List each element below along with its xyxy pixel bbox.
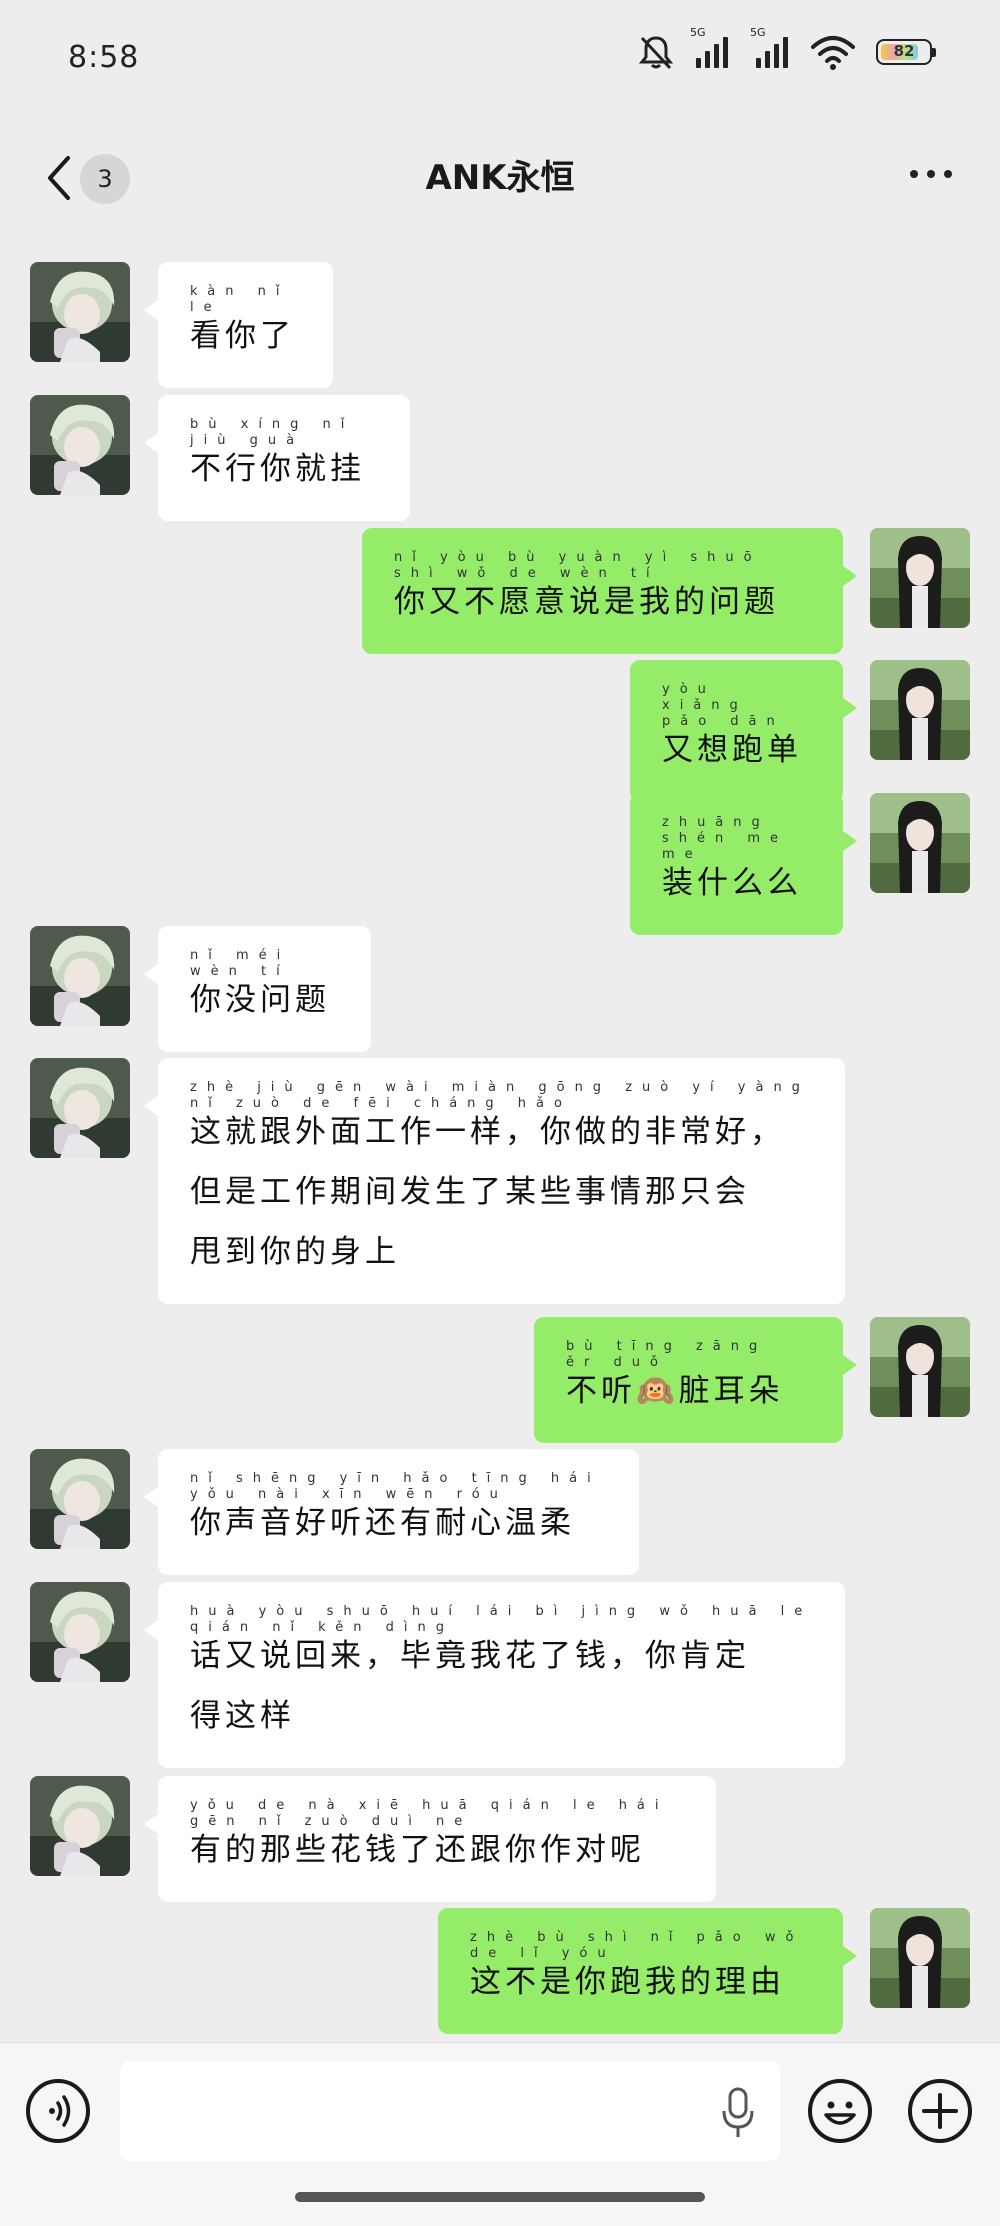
message-bubble[interactable]: yòu xiǎng pǎo dān 又想跑单 [630, 660, 857, 802]
message-bubble[interactable]: zhuāng shén me me 装什么么 [630, 793, 857, 935]
mute-icon [638, 36, 674, 70]
plus-icon[interactable] [908, 2079, 972, 2143]
my-avatar[interactable] [870, 1908, 970, 2008]
message-text: 有的那些花钱了还跟你作对呢 [190, 1832, 645, 1868]
status-icons: 5G 5G 82 [636, 26, 936, 72]
contact-avatar[interactable] [30, 1449, 130, 1549]
chat-header: 3 ANK永恒 [0, 130, 1000, 226]
battery-icon: 82 [876, 39, 936, 65]
more-icon[interactable] [910, 170, 952, 178]
signal-icon: 5G [750, 26, 796, 72]
message-input[interactable] [120, 2061, 780, 2161]
message-text: 这就跟外面工作一样，你做的非常好， 但是工作期间发生了某些事情那只会 甩到你的身… [190, 1114, 785, 1270]
contact-avatar[interactable] [30, 1058, 130, 1158]
pinyin-annotation: nǐ shēng yīn hǎo tīng hái yǒu nài xīn wē… [190, 1471, 615, 1502]
message-bubble[interactable]: yǒu de nà xiē huā qián le hái gēn nǐ zuò… [144, 1776, 716, 1902]
message-bubble[interactable]: kàn nǐ le 看你了 [144, 262, 333, 388]
message-bubble[interactable]: zhè jiù gēn wài miàn gōng zuò yí yàng nǐ… [144, 1058, 845, 1304]
emoji-icon[interactable] [808, 2079, 872, 2143]
pinyin-annotation: bù xíng nǐ jiù guà [190, 417, 369, 448]
contact-avatar[interactable] [30, 1582, 130, 1682]
message-text: 话又说回来，毕竟我花了钱，你肯定 得这样 [190, 1638, 750, 1734]
status-bar: 8:58 5G 5G 82 [0, 0, 1000, 120]
status-time: 8:58 [68, 40, 140, 75]
contact-avatar[interactable] [30, 262, 130, 362]
contact-avatar[interactable] [30, 926, 130, 1026]
message-bubble[interactable]: bù xíng nǐ jiù guà 不行你就挂 [144, 395, 410, 521]
home-indicator[interactable] [295, 2192, 705, 2202]
message-text: 这不是你跑我的理由 [470, 1964, 785, 2000]
pinyin-annotation: yòu xiǎng pǎo dān [662, 682, 785, 729]
pinyin-annotation: zhuāng shén me me [662, 815, 803, 862]
pinyin-annotation: zhè bù shì nǐ pǎo wǒ de lǐ yóu [470, 1930, 818, 1961]
signal-icon: 5G [690, 26, 736, 72]
microphone-icon[interactable] [720, 2085, 756, 2139]
contact-avatar[interactable] [30, 395, 130, 495]
message-bubble[interactable]: nǐ shēng yīn hǎo tīng hái yǒu nài xīn wē… [144, 1449, 639, 1575]
pinyin-annotation: nǐ yòu bù yuàn yì shuō shì wǒ de wèn tí [394, 550, 776, 581]
pinyin-annotation: bù tīng zāng ěr duǒ [566, 1339, 782, 1370]
wifi-icon [811, 36, 855, 70]
pinyin-annotation: zhè jiù gēn wài miàn gōng zuò yí yàng nǐ… [190, 1080, 825, 1111]
message-bubble[interactable]: zhè bù shì nǐ pǎo wǒ de lǐ yóu 这不是你跑我的理由 [438, 1908, 857, 2034]
message-bubble[interactable]: nǐ yòu bù yuàn yì shuō shì wǒ de wèn tí 你… [362, 528, 857, 654]
message-text: 你没问题 [190, 982, 330, 1018]
chat-title: ANK永恒 [425, 158, 575, 198]
message-text: 你又不愿意说是我的问题 [394, 584, 779, 620]
my-avatar[interactable] [870, 1317, 970, 1417]
pinyin-annotation: huà yòu shuō huí lái bì jìng wǒ huā le q… [190, 1604, 827, 1635]
my-avatar[interactable] [870, 528, 970, 628]
message-bubble[interactable]: bù tīng zāng ěr duǒ 不听🙉脏耳朵 [534, 1317, 857, 1443]
message-text: 装什么么 [662, 865, 802, 901]
voice-icon[interactable] [26, 2079, 90, 2143]
pinyin-annotation: nǐ méi wèn tí [190, 948, 305, 979]
my-avatar[interactable] [870, 660, 970, 760]
contact-avatar[interactable] [30, 1776, 130, 1876]
pinyin-annotation: kàn nǐ le [190, 284, 304, 315]
message-text: 不听🙉脏耳朵 [566, 1373, 784, 1409]
message-text: 你声音好听还有耐心温柔 [190, 1505, 575, 1541]
my-avatar[interactable] [870, 793, 970, 893]
message-bubble[interactable]: huà yòu shuō huí lái bì jìng wǒ huā le q… [144, 1582, 845, 1768]
message-bubble[interactable]: nǐ méi wèn tí 你没问题 [144, 926, 371, 1052]
pinyin-annotation: yǒu de nà xiē huā qián le hái gēn nǐ zuò… [190, 1798, 683, 1829]
message-text: 看你了 [190, 318, 295, 354]
message-text: 不行你就挂 [190, 451, 365, 487]
battery-level: 82 [893, 42, 915, 60]
message-text: 又想跑单 [662, 732, 802, 768]
